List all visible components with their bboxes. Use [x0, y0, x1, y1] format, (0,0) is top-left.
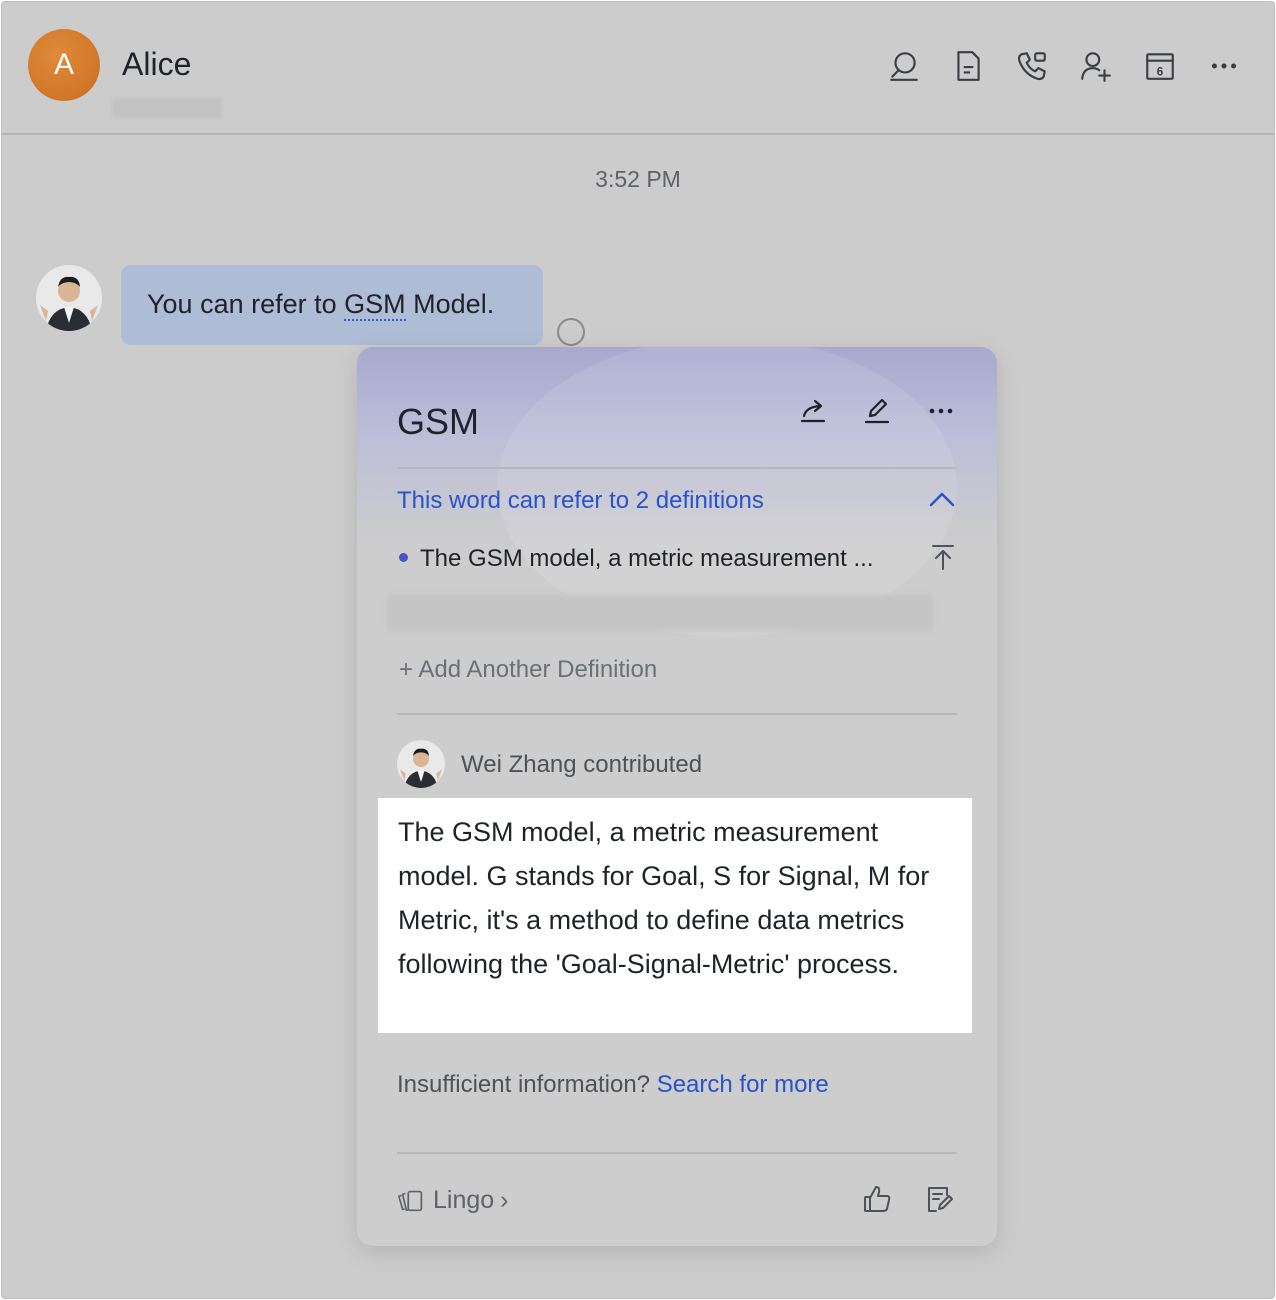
sender-avatar[interactable]: [36, 265, 102, 331]
lingo-term-link[interactable]: GSM: [344, 289, 406, 321]
more-icon[interactable]: [1204, 46, 1244, 86]
card-header-background: [357, 347, 997, 637]
feedback-icon[interactable]: [921, 1181, 957, 1217]
document-icon[interactable]: [948, 46, 988, 86]
definition-text: The GSM model, a metric measurement mode…: [378, 798, 972, 1033]
lingo-icon: [398, 1190, 423, 1212]
chat-title[interactable]: Alice: [122, 46, 191, 83]
search-for-more-link[interactable]: Search for more: [657, 1071, 829, 1098]
lingo-card: GSM This word can refer to 2 definitions…: [357, 347, 997, 1246]
card-more-icon[interactable]: [923, 393, 959, 429]
contributor-name[interactable]: Wei Zhang: [461, 751, 577, 778]
add-definition-button[interactable]: + Add Another Definition: [399, 656, 657, 684]
divider: [397, 467, 957, 469]
divider: [397, 713, 957, 715]
lingo-label: Lingo: [433, 1185, 495, 1214]
message-bubble[interactable]: You can refer to GSM Model.: [121, 265, 543, 345]
edit-icon[interactable]: [859, 393, 895, 429]
divider: [397, 1152, 957, 1154]
chevron-up-icon[interactable]: [925, 485, 959, 515]
thumbs-up-icon[interactable]: [859, 1181, 895, 1217]
chat-avatar[interactable]: A: [28, 29, 100, 101]
share-icon[interactable]: [795, 393, 831, 429]
definition-count-toggle[interactable]: This word can refer to 2 definitions: [397, 487, 764, 515]
message-text-after: Model.: [405, 289, 495, 319]
message-text: You can refer to GSM Model.: [147, 289, 495, 321]
search-icon[interactable]: [884, 46, 924, 86]
chat-header: A Alice 6: [2, 2, 1274, 135]
pin-to-top-icon[interactable]: [927, 541, 959, 573]
definition-item-label: The GSM model, a metric measurement ...: [420, 545, 874, 572]
add-member-icon[interactable]: [1076, 46, 1116, 86]
chat-subtitle: [112, 98, 222, 118]
phone-icon[interactable]: [1012, 46, 1052, 86]
message-timestamp: 3:52 PM: [595, 166, 681, 192]
calendar-icon[interactable]: 6: [1140, 46, 1180, 86]
message-text-before: You can refer to: [147, 289, 345, 319]
definition-item[interactable]: The GSM model, a metric measurement ...: [399, 545, 873, 573]
definition-item-blurred[interactable]: [387, 595, 933, 631]
read-status-icon: [557, 318, 585, 346]
chat-window: A Alice 6 3:52 PM You can refer to GSM M…: [1, 1, 1275, 1299]
chevron-right-icon: ›: [500, 1185, 509, 1214]
card-title: GSM: [397, 401, 480, 442]
bullet-icon: [399, 553, 408, 563]
lingo-link[interactable]: Lingo ›: [397, 1185, 509, 1215]
contributed-label: contributed: [583, 751, 703, 778]
contributor-line: Wei Zhang contributed: [461, 751, 702, 779]
insufficient-info-line: Insufficient information? Search for mor…: [397, 1071, 829, 1099]
insufficient-info-text: Insufficient information?: [397, 1071, 651, 1098]
calendar-day: 6: [1157, 66, 1164, 79]
contributor-avatar[interactable]: [397, 740, 445, 788]
